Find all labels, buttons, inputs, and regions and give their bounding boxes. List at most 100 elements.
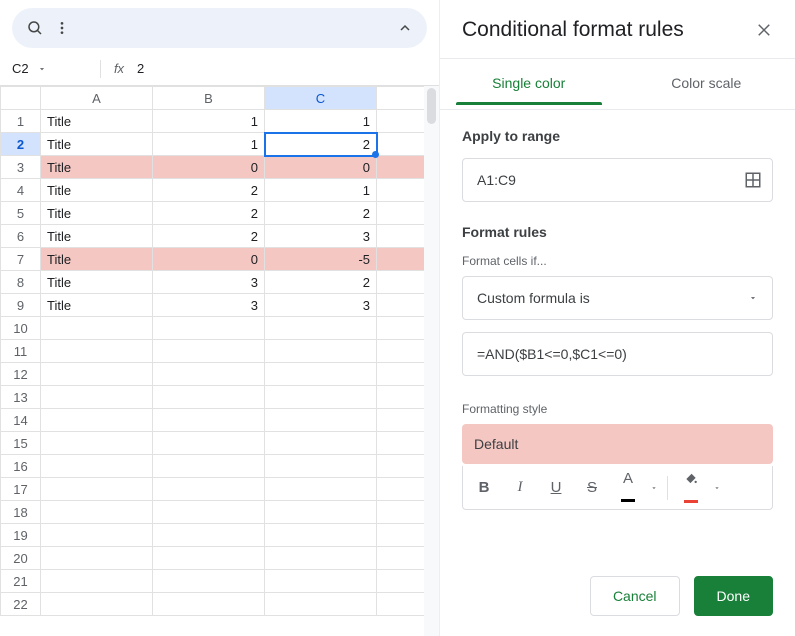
cell[interactable] [153, 547, 265, 570]
row-header[interactable]: 19 [1, 524, 41, 547]
cell[interactable] [41, 363, 153, 386]
cell[interactable] [153, 593, 265, 616]
formula-bar[interactable]: 2 [137, 61, 429, 76]
row-header[interactable]: 12 [1, 363, 41, 386]
cell[interactable]: Title [41, 156, 153, 179]
cell[interactable]: 2 [265, 271, 377, 294]
cell[interactable]: 2 [265, 133, 377, 156]
cell[interactable] [153, 501, 265, 524]
done-button[interactable]: Done [694, 576, 773, 616]
row-header[interactable]: 8 [1, 271, 41, 294]
row-header[interactable]: 16 [1, 455, 41, 478]
row-header[interactable]: 7 [1, 248, 41, 271]
cell[interactable] [265, 547, 377, 570]
select-all-corner[interactable] [1, 87, 41, 110]
cell[interactable]: Title [41, 202, 153, 225]
row-header[interactable]: 1 [1, 110, 41, 133]
cell[interactable]: 3 [265, 225, 377, 248]
cell[interactable]: 2 [265, 202, 377, 225]
close-icon[interactable] [755, 21, 773, 39]
cell[interactable] [41, 478, 153, 501]
text-color-caret[interactable] [647, 471, 661, 505]
cell[interactable]: 1 [265, 110, 377, 133]
cell[interactable]: 2 [153, 179, 265, 202]
cell[interactable] [153, 570, 265, 593]
style-preview[interactable]: Default [462, 424, 773, 464]
cell[interactable] [265, 386, 377, 409]
row-header[interactable]: 17 [1, 478, 41, 501]
chevron-up-icon[interactable] [397, 20, 413, 36]
cell[interactable]: 2 [153, 202, 265, 225]
cell[interactable] [265, 317, 377, 340]
row-header[interactable]: 11 [1, 340, 41, 363]
condition-dropdown[interactable]: Custom formula is [462, 276, 773, 320]
column-header-C[interactable]: C [265, 87, 377, 110]
cell[interactable] [41, 524, 153, 547]
cell[interactable] [265, 501, 377, 524]
cell[interactable] [41, 432, 153, 455]
cell[interactable]: Title [41, 110, 153, 133]
cell[interactable] [153, 432, 265, 455]
cell[interactable]: 0 [153, 248, 265, 271]
column-header-B[interactable]: B [153, 87, 265, 110]
cell[interactable] [153, 478, 265, 501]
cell[interactable]: Title [41, 294, 153, 317]
fill-color-caret[interactable] [710, 471, 724, 505]
cell[interactable] [153, 363, 265, 386]
cell[interactable] [41, 501, 153, 524]
row-header[interactable]: 5 [1, 202, 41, 225]
row-header[interactable]: 20 [1, 547, 41, 570]
row-header[interactable]: 14 [1, 409, 41, 432]
cell[interactable]: Title [41, 179, 153, 202]
vertical-scrollbar[interactable] [424, 86, 439, 636]
cell[interactable] [265, 524, 377, 547]
cell[interactable]: 1 [265, 179, 377, 202]
column-header-A[interactable]: A [41, 87, 153, 110]
italic-button[interactable]: I [503, 471, 537, 505]
cell[interactable]: 3 [153, 294, 265, 317]
range-field[interactable] [462, 158, 773, 202]
row-header[interactable]: 3 [1, 156, 41, 179]
search-icon[interactable] [26, 19, 44, 37]
tab-color-scale[interactable]: Color scale [618, 59, 795, 105]
cell[interactable]: 3 [153, 271, 265, 294]
cell[interactable] [41, 570, 153, 593]
range-input[interactable] [477, 172, 744, 188]
row-header[interactable]: 13 [1, 386, 41, 409]
tab-single-color[interactable]: Single color [440, 59, 618, 105]
grid[interactable]: ABC 1Title112Title123Title004Title215Tit… [0, 86, 439, 636]
cell[interactable] [41, 386, 153, 409]
cell[interactable] [41, 455, 153, 478]
formula-field[interactable] [462, 332, 773, 376]
cell[interactable] [153, 317, 265, 340]
cell[interactable] [153, 409, 265, 432]
cell[interactable] [265, 340, 377, 363]
cell[interactable] [41, 317, 153, 340]
formula-input[interactable] [477, 346, 762, 362]
cell[interactable] [41, 547, 153, 570]
cell[interactable]: Title [41, 133, 153, 156]
more-vert-icon[interactable] [54, 20, 70, 36]
row-header[interactable]: 15 [1, 432, 41, 455]
cell[interactable] [265, 570, 377, 593]
row-header[interactable]: 2 [1, 133, 41, 156]
scrollbar-thumb[interactable] [427, 88, 436, 124]
cell[interactable]: 3 [265, 294, 377, 317]
cell[interactable]: Title [41, 248, 153, 271]
cell[interactable] [265, 455, 377, 478]
cell[interactable]: Title [41, 271, 153, 294]
cell[interactable] [265, 363, 377, 386]
row-header[interactable]: 22 [1, 593, 41, 616]
grid-select-icon[interactable] [744, 171, 762, 189]
cell[interactable] [153, 524, 265, 547]
cell[interactable]: 0 [265, 156, 377, 179]
underline-button[interactable]: U [539, 471, 573, 505]
cell[interactable] [153, 386, 265, 409]
row-header[interactable]: 18 [1, 501, 41, 524]
row-header[interactable]: 6 [1, 225, 41, 248]
fill-color-button[interactable] [674, 471, 708, 505]
cell[interactable]: 2 [153, 225, 265, 248]
row-header[interactable]: 4 [1, 179, 41, 202]
row-header[interactable]: 10 [1, 317, 41, 340]
strikethrough-button[interactable]: S [575, 471, 609, 505]
